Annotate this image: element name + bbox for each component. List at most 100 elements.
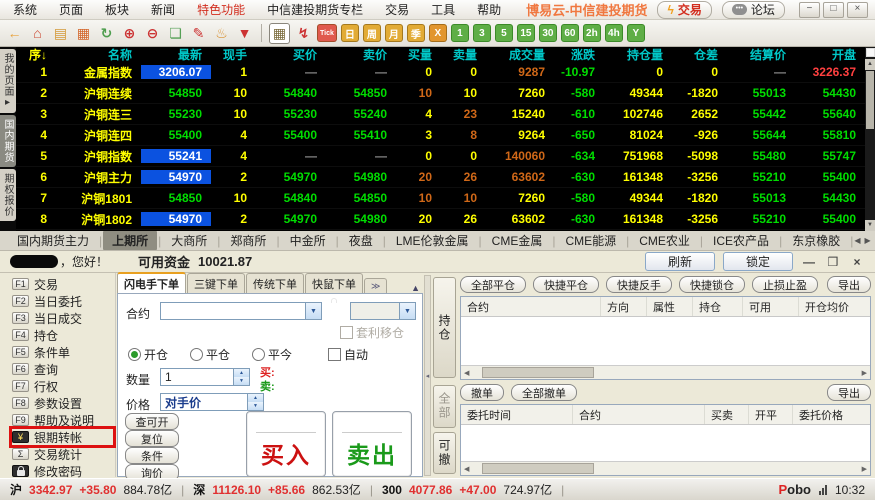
menu-item-6[interactable]: 交易	[374, 1, 420, 18]
lock-button[interactable]: 锁定	[723, 252, 793, 271]
spin-up-icon[interactable]: ▲	[248, 394, 263, 402]
refresh-icon[interactable]: ↻	[97, 24, 116, 43]
quote-col-header-7[interactable]: 卖量	[441, 47, 486, 63]
export-button[interactable]: 导出	[827, 384, 871, 401]
menu-item-参数设置[interactable]: F8参数设置	[12, 395, 113, 411]
sell-button[interactable]: 卖出	[332, 411, 412, 477]
auto-checkbox[interactable]: 自动	[328, 346, 368, 363]
orders-col-开平[interactable]: 开平	[749, 405, 793, 424]
chevron-down-icon[interactable]: ▼	[305, 303, 321, 319]
menu-item-交易统计[interactable]: Σ交易统计	[12, 446, 113, 462]
positions-col-开仓均价[interactable]: 开仓均价	[799, 297, 871, 316]
menu-item-查询[interactable]: F6查询	[12, 361, 113, 377]
order-tab-2[interactable]: 传统下单	[246, 273, 304, 293]
interval-button-2h[interactable]: 2h	[583, 24, 601, 42]
close-radio[interactable]: 平仓	[190, 346, 230, 363]
exchange-tab-4[interactable]: 中金所	[281, 231, 335, 250]
scroll-right-icon[interactable]: ▶	[859, 369, 870, 377]
action-button-查可开[interactable]: 查可开	[125, 413, 179, 430]
quote-row[interactable]: 7沪铜18015485010548405485010107260-5804934…	[16, 188, 865, 209]
scroll-left-icon[interactable]: ◀	[461, 465, 472, 473]
side-tab-1[interactable]: 国内期货	[0, 115, 16, 167]
refresh-button[interactable]: 刷新	[645, 252, 715, 271]
quote-col-header-11[interactable]: 仓差	[672, 47, 727, 63]
quote-col-header-12[interactable]: 结算价	[727, 47, 795, 63]
positions-col-方向[interactable]: 方向	[601, 297, 647, 316]
quote-row[interactable]: 4沪铜连四5540045540055410389264-65081024-926…	[16, 125, 865, 146]
menu-item-条件单[interactable]: F5条件单	[12, 344, 113, 360]
forum-button[interactable]: ••• 论坛	[722, 1, 785, 19]
export-button[interactable]: 导出	[827, 276, 871, 293]
quote-col-header-8[interactable]: 成交量	[486, 47, 554, 63]
orders-col-委托价格[interactable]: 委托价格	[793, 405, 871, 424]
filter-funnel-icon[interactable]: ▼	[235, 24, 254, 43]
quote-row[interactable]: 6沪铜主力5497025497054980202663602-630161348…	[16, 167, 865, 188]
quote-row[interactable]: 2沪铜连续5485010548405485010107260-58049344-…	[16, 83, 865, 104]
quote-scrollbar[interactable]: ▲ ▼	[865, 47, 875, 231]
side-tab-2[interactable]: 期权报价	[0, 169, 16, 221]
quote-col-header-0[interactable]: 序↓	[16, 47, 56, 63]
quote-row[interactable]: 1金属指数3206.071——009287-10.9700—3226.37	[16, 62, 865, 83]
interval-button-30[interactable]: 30	[539, 24, 557, 42]
radio-selected-icon[interactable]	[128, 348, 141, 361]
notes-icon[interactable]: ▤	[51, 24, 70, 43]
quote-col-header-5[interactable]: 卖价	[326, 47, 396, 63]
quick-trade-button[interactable]: ϟ 交易	[657, 1, 711, 19]
back-icon[interactable]: ←	[5, 24, 24, 43]
positions-col-属性[interactable]: 属性	[647, 297, 693, 316]
price-type-combobox[interactable]: 对手价 ▲▼	[160, 393, 264, 411]
scroll-up-icon[interactable]: ▲	[865, 59, 875, 70]
scroll-thumb[interactable]	[482, 463, 594, 474]
period-button-季[interactable]: 季	[407, 24, 425, 42]
scroll-down-icon[interactable]: ▼	[865, 220, 875, 231]
spin-down-icon[interactable]: ▼	[234, 377, 249, 385]
tab-scroll-right-icon[interactable]: ▶	[864, 236, 870, 245]
interval-button-3[interactable]: 3	[473, 24, 491, 42]
orders-col-合约[interactable]: 合约	[573, 405, 705, 424]
chart-view-icon[interactable]: ↯	[294, 24, 313, 43]
contract-combobox[interactable]: ▼	[160, 302, 322, 320]
side-tab-0[interactable]: 我的页面▸	[0, 49, 16, 113]
quote-col-header-13[interactable]: 开盘	[795, 47, 865, 63]
arbitrage-checkbox[interactable]: 套利移仓	[340, 324, 404, 341]
exchange-tab-1[interactable]: 上期所	[103, 231, 157, 250]
scroll-thumb[interactable]	[866, 71, 874, 129]
radio-icon[interactable]	[252, 348, 265, 361]
button-快捷平仓[interactable]: 快捷平仓	[533, 276, 599, 293]
panel-close-button[interactable]: ×	[849, 255, 865, 269]
grid-view-icon[interactable]: ▦	[269, 23, 290, 44]
order-tab-1[interactable]: 三键下单	[187, 273, 245, 293]
scroll-thumb[interactable]	[482, 367, 594, 378]
close-today-radio[interactable]: 平今	[252, 346, 292, 363]
panel-splitter[interactable]: ◂	[424, 275, 431, 476]
interval-button-4h[interactable]: 4h	[605, 24, 623, 42]
exchange-tab-7[interactable]: CME金属	[483, 231, 552, 250]
menu-item-2[interactable]: 板块	[94, 1, 140, 18]
period-button-日[interactable]: 日	[341, 24, 359, 42]
qty-stepper[interactable]: 1 ▲▼	[160, 368, 250, 386]
order-tab-0[interactable]: 闪电手下单	[117, 272, 186, 293]
menu-item-1[interactable]: 页面	[48, 1, 94, 18]
period-button-月[interactable]: 月	[385, 24, 403, 42]
exchange-tab-8[interactable]: CME能源	[556, 231, 625, 250]
quote-row[interactable]: 5沪铜指数552414——00140060-634751968-50985548…	[16, 146, 865, 167]
radio-icon[interactable]	[190, 348, 203, 361]
exchange-tab-10[interactable]: ICE农产品	[704, 231, 778, 250]
maximize-button[interactable]: □	[823, 2, 844, 18]
panel-restore-button[interactable]: ❒	[825, 255, 841, 269]
minimize-button[interactable]: −	[799, 2, 820, 18]
menu-item-当日成交[interactable]: F3当日成交	[12, 310, 113, 326]
period-button-X[interactable]: X	[429, 24, 447, 42]
menu-item-3[interactable]: 新闻	[140, 1, 186, 18]
secondary-combobox[interactable]: ▼	[350, 302, 416, 320]
zoom-in-icon[interactable]: ⊕	[120, 24, 139, 43]
scroll-right-icon[interactable]: ▶	[859, 465, 870, 473]
restore-window-icon[interactable]	[866, 48, 875, 57]
positions-col-持仓[interactable]: 持仓	[693, 297, 743, 316]
menu-item-修改密码[interactable]: 修改密码	[12, 463, 113, 479]
interval-button-Y[interactable]: Y	[627, 24, 645, 42]
tab-positions[interactable]: 持仓	[433, 277, 456, 378]
quote-row[interactable]: 8沪铜18025497025497054980202663602-6301613…	[16, 209, 865, 230]
positions-hscrollbar[interactable]: ◀ ▶	[461, 365, 870, 379]
interval-button-15[interactable]: 15	[517, 24, 535, 42]
